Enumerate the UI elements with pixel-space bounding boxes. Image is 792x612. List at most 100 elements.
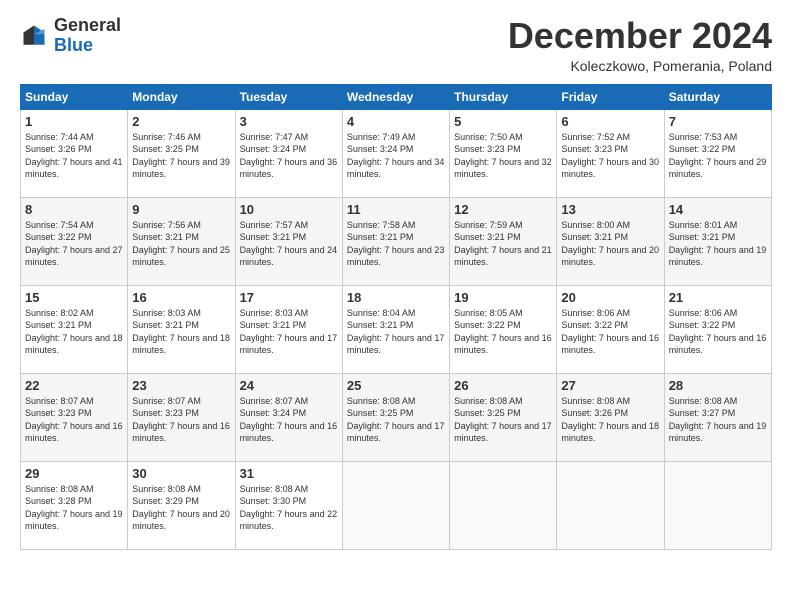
- table-row: 7 Sunrise: 7:53 AMSunset: 3:22 PMDayligh…: [664, 109, 771, 197]
- day-info: Sunrise: 8:08 AMSunset: 3:27 PMDaylight:…: [669, 395, 767, 445]
- table-row: 17 Sunrise: 8:03 AMSunset: 3:21 PMDaylig…: [235, 285, 342, 373]
- table-row: 24 Sunrise: 8:07 AMSunset: 3:24 PMDaylig…: [235, 373, 342, 461]
- table-row: 28 Sunrise: 8:08 AMSunset: 3:27 PMDaylig…: [664, 373, 771, 461]
- day-info: Sunrise: 8:02 AMSunset: 3:21 PMDaylight:…: [25, 307, 123, 357]
- day-info: Sunrise: 8:08 AMSunset: 3:25 PMDaylight:…: [454, 395, 552, 445]
- table-row: 20 Sunrise: 8:06 AMSunset: 3:22 PMDaylig…: [557, 285, 664, 373]
- day-info: Sunrise: 8:08 AMSunset: 3:25 PMDaylight:…: [347, 395, 445, 445]
- day-number: 4: [347, 114, 445, 129]
- table-row: 21 Sunrise: 8:06 AMSunset: 3:22 PMDaylig…: [664, 285, 771, 373]
- table-row: 12 Sunrise: 7:59 AMSunset: 3:21 PMDaylig…: [450, 197, 557, 285]
- table-row: 31 Sunrise: 8:08 AMSunset: 3:30 PMDaylig…: [235, 461, 342, 549]
- day-info: Sunrise: 8:01 AMSunset: 3:21 PMDaylight:…: [669, 219, 767, 269]
- day-info: Sunrise: 7:56 AMSunset: 3:21 PMDaylight:…: [132, 219, 230, 269]
- day-info: Sunrise: 7:49 AMSunset: 3:24 PMDaylight:…: [347, 131, 445, 181]
- day-number: 13: [561, 202, 659, 217]
- calendar-header-row: Sunday Monday Tuesday Wednesday Thursday…: [21, 84, 772, 109]
- day-number: 25: [347, 378, 445, 393]
- day-number: 14: [669, 202, 767, 217]
- day-number: 26: [454, 378, 552, 393]
- table-row: 23 Sunrise: 8:07 AMSunset: 3:23 PMDaylig…: [128, 373, 235, 461]
- logo-blue: Blue: [54, 35, 93, 55]
- table-row: 30 Sunrise: 8:08 AMSunset: 3:29 PMDaylig…: [128, 461, 235, 549]
- col-sunday: Sunday: [21, 84, 128, 109]
- logo: General Blue: [20, 16, 121, 56]
- day-number: 16: [132, 290, 230, 305]
- calendar-table: Sunday Monday Tuesday Wednesday Thursday…: [20, 84, 772, 550]
- month-title: December 2024: [508, 16, 772, 56]
- col-friday: Friday: [557, 84, 664, 109]
- table-row: 10 Sunrise: 7:57 AMSunset: 3:21 PMDaylig…: [235, 197, 342, 285]
- day-number: 27: [561, 378, 659, 393]
- col-saturday: Saturday: [664, 84, 771, 109]
- day-info: Sunrise: 7:47 AMSunset: 3:24 PMDaylight:…: [240, 131, 338, 181]
- day-info: Sunrise: 7:44 AMSunset: 3:26 PMDaylight:…: [25, 131, 123, 181]
- logo-text: General Blue: [54, 16, 121, 56]
- table-row: 22 Sunrise: 8:07 AMSunset: 3:23 PMDaylig…: [21, 373, 128, 461]
- day-number: 6: [561, 114, 659, 129]
- day-info: Sunrise: 8:03 AMSunset: 3:21 PMDaylight:…: [132, 307, 230, 357]
- day-info: Sunrise: 8:08 AMSunset: 3:28 PMDaylight:…: [25, 483, 123, 533]
- day-info: Sunrise: 8:07 AMSunset: 3:23 PMDaylight:…: [132, 395, 230, 445]
- day-number: 7: [669, 114, 767, 129]
- table-row: 14 Sunrise: 8:01 AMSunset: 3:21 PMDaylig…: [664, 197, 771, 285]
- title-block: December 2024 Koleczkowo, Pomerania, Pol…: [508, 16, 772, 74]
- day-info: Sunrise: 8:08 AMSunset: 3:30 PMDaylight:…: [240, 483, 338, 533]
- table-row: 13 Sunrise: 8:00 AMSunset: 3:21 PMDaylig…: [557, 197, 664, 285]
- table-row: [342, 461, 449, 549]
- day-number: 22: [25, 378, 123, 393]
- day-info: Sunrise: 8:08 AMSunset: 3:26 PMDaylight:…: [561, 395, 659, 445]
- day-number: 30: [132, 466, 230, 481]
- subtitle: Koleczkowo, Pomerania, Poland: [508, 58, 772, 74]
- day-info: Sunrise: 8:06 AMSunset: 3:22 PMDaylight:…: [669, 307, 767, 357]
- col-thursday: Thursday: [450, 84, 557, 109]
- day-info: Sunrise: 8:07 AMSunset: 3:23 PMDaylight:…: [25, 395, 123, 445]
- page: General Blue December 2024 Koleczkowo, P…: [0, 0, 792, 612]
- day-number: 3: [240, 114, 338, 129]
- day-number: 5: [454, 114, 552, 129]
- table-row: 5 Sunrise: 7:50 AMSunset: 3:23 PMDayligh…: [450, 109, 557, 197]
- day-info: Sunrise: 8:07 AMSunset: 3:24 PMDaylight:…: [240, 395, 338, 445]
- day-info: Sunrise: 8:08 AMSunset: 3:29 PMDaylight:…: [132, 483, 230, 533]
- day-number: 23: [132, 378, 230, 393]
- table-row: 25 Sunrise: 8:08 AMSunset: 3:25 PMDaylig…: [342, 373, 449, 461]
- day-number: 8: [25, 202, 123, 217]
- day-number: 19: [454, 290, 552, 305]
- table-row: 18 Sunrise: 8:04 AMSunset: 3:21 PMDaylig…: [342, 285, 449, 373]
- day-number: 10: [240, 202, 338, 217]
- table-row: 2 Sunrise: 7:46 AMSunset: 3:25 PMDayligh…: [128, 109, 235, 197]
- col-tuesday: Tuesday: [235, 84, 342, 109]
- logo-general: General: [54, 15, 121, 35]
- table-row: 4 Sunrise: 7:49 AMSunset: 3:24 PMDayligh…: [342, 109, 449, 197]
- day-number: 11: [347, 202, 445, 217]
- day-info: Sunrise: 7:50 AMSunset: 3:23 PMDaylight:…: [454, 131, 552, 181]
- day-number: 20: [561, 290, 659, 305]
- day-number: 18: [347, 290, 445, 305]
- day-number: 12: [454, 202, 552, 217]
- day-number: 15: [25, 290, 123, 305]
- day-info: Sunrise: 7:58 AMSunset: 3:21 PMDaylight:…: [347, 219, 445, 269]
- table-row: 27 Sunrise: 8:08 AMSunset: 3:26 PMDaylig…: [557, 373, 664, 461]
- table-row: 3 Sunrise: 7:47 AMSunset: 3:24 PMDayligh…: [235, 109, 342, 197]
- day-info: Sunrise: 8:00 AMSunset: 3:21 PMDaylight:…: [561, 219, 659, 269]
- day-info: Sunrise: 7:59 AMSunset: 3:21 PMDaylight:…: [454, 219, 552, 269]
- day-number: 17: [240, 290, 338, 305]
- day-info: Sunrise: 8:05 AMSunset: 3:22 PMDaylight:…: [454, 307, 552, 357]
- col-monday: Monday: [128, 84, 235, 109]
- logo-icon: [20, 22, 48, 50]
- day-info: Sunrise: 7:52 AMSunset: 3:23 PMDaylight:…: [561, 131, 659, 181]
- day-number: 2: [132, 114, 230, 129]
- table-row: 19 Sunrise: 8:05 AMSunset: 3:22 PMDaylig…: [450, 285, 557, 373]
- day-number: 1: [25, 114, 123, 129]
- day-info: Sunrise: 8:06 AMSunset: 3:22 PMDaylight:…: [561, 307, 659, 357]
- table-row: 6 Sunrise: 7:52 AMSunset: 3:23 PMDayligh…: [557, 109, 664, 197]
- day-info: Sunrise: 7:57 AMSunset: 3:21 PMDaylight:…: [240, 219, 338, 269]
- table-row: 26 Sunrise: 8:08 AMSunset: 3:25 PMDaylig…: [450, 373, 557, 461]
- table-row: [664, 461, 771, 549]
- table-row: [450, 461, 557, 549]
- table-row: 8 Sunrise: 7:54 AMSunset: 3:22 PMDayligh…: [21, 197, 128, 285]
- day-number: 28: [669, 378, 767, 393]
- table-row: 1 Sunrise: 7:44 AMSunset: 3:26 PMDayligh…: [21, 109, 128, 197]
- table-row: 11 Sunrise: 7:58 AMSunset: 3:21 PMDaylig…: [342, 197, 449, 285]
- table-row: 29 Sunrise: 8:08 AMSunset: 3:28 PMDaylig…: [21, 461, 128, 549]
